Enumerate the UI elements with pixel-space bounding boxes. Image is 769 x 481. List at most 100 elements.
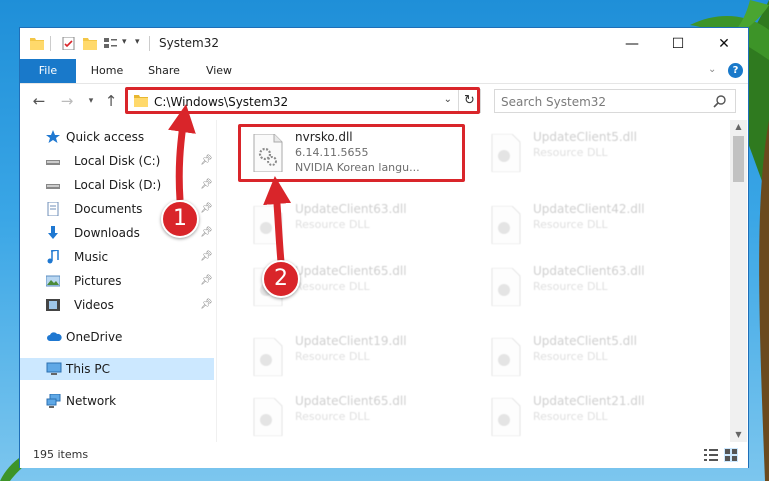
folder-icon bbox=[134, 95, 148, 107]
nav-item-onedrive[interactable]: OneDrive bbox=[20, 326, 214, 348]
back-button[interactable]: ← bbox=[30, 92, 48, 110]
computer-icon bbox=[46, 362, 62, 375]
close-button[interactable]: ✕ bbox=[701, 28, 747, 59]
nav-item-pictures[interactable]: Pictures 📌︎ bbox=[20, 270, 214, 292]
details-view-icon[interactable] bbox=[704, 448, 718, 462]
cloud-icon bbox=[47, 332, 62, 341]
pin-icon: 📌︎ bbox=[200, 251, 213, 262]
tiles-view-icon[interactable] bbox=[724, 448, 738, 462]
nav-item-quick-access[interactable]: Quick access bbox=[20, 126, 214, 148]
music-icon bbox=[47, 250, 59, 264]
ribbon-tabs: File Home Share View ⌄ ? bbox=[20, 59, 748, 84]
pin-icon: 📌︎ bbox=[200, 227, 213, 238]
address-bar[interactable]: C:\Windows\System32 ⌄ bbox=[127, 89, 459, 113]
nav-label: Downloads bbox=[74, 226, 140, 240]
step-marker-2: 2 bbox=[262, 260, 300, 298]
file-type: Resource DLL bbox=[533, 218, 608, 231]
title-bar: ▾ ▾ System32 — ☐ ✕ bbox=[20, 28, 748, 59]
file-type: Resource DLL bbox=[533, 280, 608, 293]
file-type: Resource DLL bbox=[533, 146, 608, 159]
file-name: UpdateClient42.dll bbox=[533, 202, 645, 216]
file-item[interactable]: UpdateClient42.dll Resource DLL bbox=[480, 200, 710, 248]
refresh-button[interactable]: ↻ bbox=[459, 89, 481, 113]
file-name: UpdateClient21.dll bbox=[533, 394, 645, 408]
file-name: UpdateClient65.dll bbox=[295, 394, 407, 408]
scroll-down-icon[interactable]: ▼ bbox=[730, 428, 747, 442]
expand-ribbon-icon[interactable]: ⌄ bbox=[708, 64, 716, 75]
nav-label: Pictures bbox=[74, 274, 122, 288]
documents-icon bbox=[47, 202, 59, 216]
file-type: Resource DLL bbox=[533, 350, 608, 363]
nav-label: Quick access bbox=[66, 130, 145, 144]
new-folder-icon[interactable] bbox=[83, 37, 97, 50]
search-input[interactable]: Search System32 bbox=[494, 89, 736, 113]
nav-label: Local Disk (D:) bbox=[74, 178, 162, 192]
file-type: Resource DLL bbox=[295, 218, 370, 231]
videos-icon bbox=[46, 299, 60, 311]
file-item[interactable]: UpdateClient5.dll Resource DLL bbox=[480, 332, 710, 380]
nav-label: Documents bbox=[74, 202, 143, 216]
download-icon bbox=[48, 226, 58, 239]
window-title: System32 bbox=[159, 36, 220, 50]
maximize-button[interactable]: ☐ bbox=[655, 28, 701, 59]
customize-qa-icon[interactable] bbox=[104, 37, 118, 50]
nav-item-network[interactable]: Network bbox=[20, 390, 214, 412]
pictures-icon bbox=[46, 275, 60, 287]
dll-file-icon bbox=[491, 398, 521, 436]
network-icon bbox=[46, 394, 61, 408]
scroll-thumb[interactable] bbox=[733, 136, 744, 182]
file-item[interactable]: UpdateClient19.dll Resource DLL bbox=[242, 332, 472, 380]
nav-item-local-disk-d[interactable]: Local Disk (D:) 📌︎ bbox=[20, 174, 214, 196]
file-type: Resource DLL bbox=[295, 280, 370, 293]
up-button[interactable]: ↑ bbox=[102, 92, 120, 110]
file-item[interactable]: UpdateClient65.dll Resource DLL bbox=[242, 392, 472, 440]
file-type: Resource DLL bbox=[533, 410, 608, 423]
help-icon[interactable]: ? bbox=[728, 63, 743, 78]
nav-label: Local Disk (C:) bbox=[74, 154, 161, 168]
file-name: UpdateClient19.dll bbox=[295, 334, 407, 348]
search-placeholder: Search System32 bbox=[501, 95, 607, 109]
tab-share[interactable]: Share bbox=[139, 59, 189, 83]
properties-icon[interactable] bbox=[62, 37, 76, 50]
file-name: UpdateClient65.dll bbox=[295, 264, 407, 278]
dll-file-icon bbox=[491, 134, 521, 172]
file-type: Resource DLL bbox=[295, 410, 370, 423]
file-item[interactable]: UpdateClient21.dll Resource DLL bbox=[480, 392, 710, 440]
navigation-pane: Quick access Local Disk (C:) 📌︎ Local Di… bbox=[20, 120, 216, 442]
dll-file-icon bbox=[253, 398, 283, 436]
dll-file-icon bbox=[253, 206, 283, 244]
file-item[interactable]: UpdateClient63.dll Resource DLL bbox=[242, 200, 472, 248]
dll-file-icon bbox=[491, 338, 521, 376]
recent-locations-icon[interactable]: ▾ bbox=[82, 92, 100, 110]
file-item[interactable]: UpdateClient63.dll Resource DLL bbox=[480, 262, 710, 310]
nav-item-music[interactable]: Music 📌︎ bbox=[20, 246, 214, 268]
pin-icon: 📌︎ bbox=[200, 179, 213, 190]
tab-home[interactable]: Home bbox=[82, 59, 132, 83]
nav-item-local-disk-c[interactable]: Local Disk (C:) 📌︎ bbox=[20, 150, 214, 172]
nav-label: Music bbox=[74, 250, 109, 264]
folder-icon[interactable] bbox=[30, 37, 44, 50]
pin-icon: 📌︎ bbox=[200, 275, 213, 286]
address-path[interactable]: C:\Windows\System32 bbox=[154, 95, 288, 109]
file-item[interactable]: UpdateClient5.dll Resource DLL bbox=[480, 128, 710, 176]
pane-divider[interactable] bbox=[216, 120, 217, 442]
nav-label: This PC bbox=[66, 362, 110, 376]
pin-icon: 📌︎ bbox=[200, 203, 213, 214]
minimize-button[interactable]: — bbox=[609, 28, 655, 59]
qa-dropdown-icon[interactable]: ▾ bbox=[135, 37, 140, 47]
nav-item-videos[interactable]: Videos 📌︎ bbox=[20, 294, 214, 316]
nav-item-this-pc[interactable]: This PC bbox=[20, 358, 214, 380]
chevron-down-icon[interactable]: ▾ bbox=[122, 37, 127, 47]
scroll-up-icon[interactable]: ▲ bbox=[730, 120, 747, 134]
file-name: UpdateClient5.dll bbox=[533, 130, 637, 144]
nav-label: Videos bbox=[74, 298, 114, 312]
forward-button[interactable]: → bbox=[58, 92, 76, 110]
tab-file[interactable]: File bbox=[20, 59, 76, 83]
dll-file-icon bbox=[253, 338, 283, 376]
vertical-scrollbar[interactable]: ▲ ▼ bbox=[730, 120, 747, 442]
address-dropdown-icon[interactable]: ⌄ bbox=[444, 94, 452, 105]
navigation-bar: ← → ▾ ↑ C:\Windows\System32 ⌄ ↻ Search S… bbox=[20, 84, 748, 118]
file-name: UpdateClient63.dll bbox=[533, 264, 645, 278]
tab-view[interactable]: View bbox=[196, 59, 242, 83]
search-icon[interactable] bbox=[713, 94, 727, 108]
